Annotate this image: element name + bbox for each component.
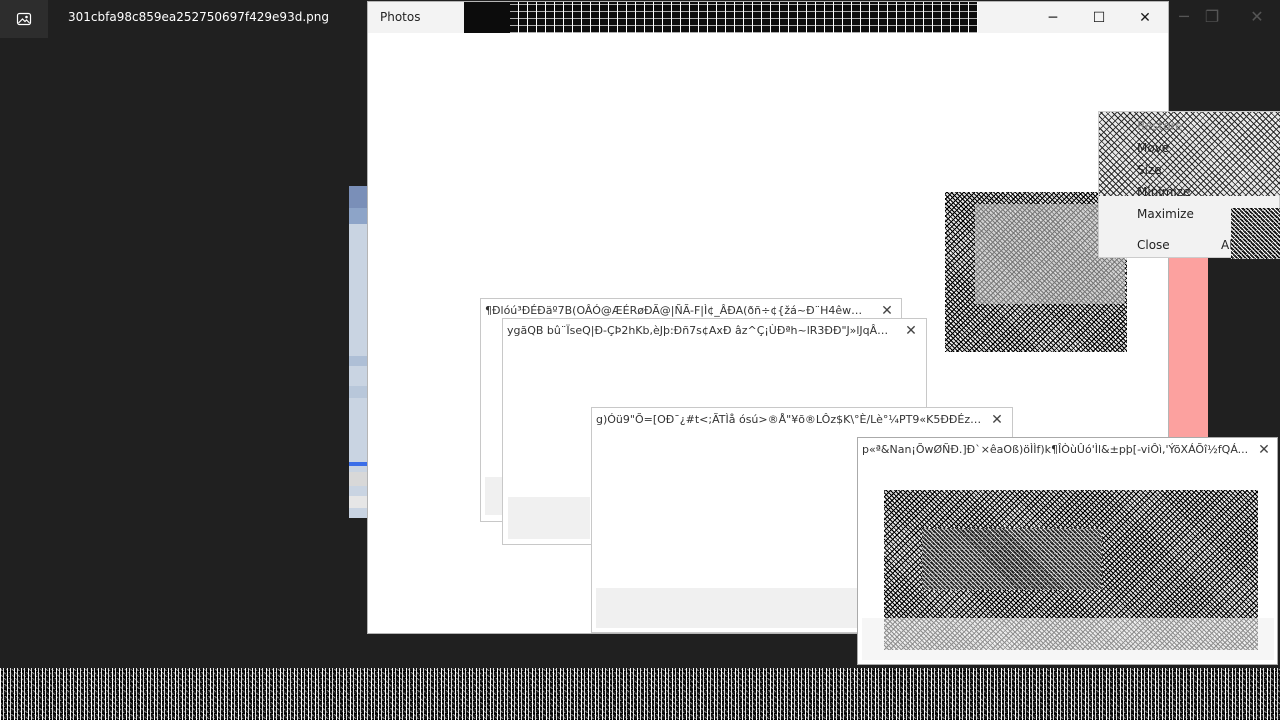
restore-icon[interactable]: ❐	[1189, 0, 1235, 32]
thumbnail-strip	[349, 186, 367, 518]
corrupted-menu-area	[1099, 112, 1280, 196]
menu-item-maximize[interactable]: Maximize	[1137, 207, 1194, 221]
pink-strip	[1169, 258, 1208, 440]
menu-item-close[interactable]: Close	[1137, 238, 1170, 252]
menu-item-restore[interactable]: Restore	[1137, 119, 1183, 133]
thumb-band	[349, 496, 367, 508]
dialog-close-icon[interactable]: ✕	[900, 321, 922, 341]
menu-item-size[interactable]: Size	[1137, 163, 1162, 177]
dialog-footer	[862, 618, 1274, 660]
dialog-close-icon[interactable]: ✕	[986, 410, 1008, 430]
photos-title: Photos	[380, 10, 421, 24]
viewer-filename: 301cbfa98c859ea252750697f429e93d.png	[68, 10, 329, 24]
menu-item-minimize[interactable]: Minimize	[1137, 185, 1190, 199]
thumb-band	[349, 472, 367, 486]
photo-icon[interactable]	[0, 0, 48, 38]
window-context-menu: Restore Move Size Minimize Maximize Clos…	[1098, 111, 1280, 259]
thumb-band	[349, 208, 367, 224]
dialog-footer	[596, 588, 858, 628]
corrupted-image-patch	[922, 528, 1102, 590]
corrupted-block	[464, 2, 510, 33]
corrupted-titlebar-area	[464, 2, 978, 33]
dialog-title: p«ª&Nan¡ÕwØÑÐ.]Ð`×êaOß)öÌÌf)k¶ÎÒùÛó'Ìl&±…	[862, 443, 1249, 456]
menu-item-move[interactable]: Move	[1137, 141, 1169, 155]
dialog-title: g)Óü9"Õ=[OÐ¯¿#t<;ÃTÌå ósú>®Å"¥õ®LÔz$K\°È…	[596, 413, 986, 426]
minimize-button[interactable]: ─	[1030, 2, 1076, 33]
corrupted-bottom-strip	[0, 668, 1280, 720]
corrupted-menu-corner	[1231, 208, 1280, 259]
photo-icon-glyph	[16, 12, 32, 26]
close-icon[interactable]: ✕	[1234, 0, 1280, 32]
close-button[interactable]: ✕	[1122, 2, 1168, 33]
thumb-band	[349, 462, 367, 466]
photos-titlebar[interactable]: Photos ─ ☐ ✕	[368, 2, 1168, 33]
thumb-band	[349, 386, 367, 398]
garbled-dialog[interactable]: p«ª&Nan¡ÕwØÑÐ.]Ð`×êaOß)öÌÌf)k¶ÎÒùÛó'Ìl&±…	[857, 437, 1278, 665]
maximize-button[interactable]: ☐	[1076, 2, 1122, 33]
dialog-footer	[508, 497, 590, 539]
dialog-close-icon[interactable]: ✕	[1253, 440, 1275, 460]
thumb-band	[349, 186, 367, 208]
thumb-band	[349, 356, 367, 366]
dialog-title: ygãQB bû¨ÏseQ|Ð-ÇÞ2hKb,èJþ:Ðñ7s¢AxÐ âz^Ç…	[507, 324, 897, 337]
